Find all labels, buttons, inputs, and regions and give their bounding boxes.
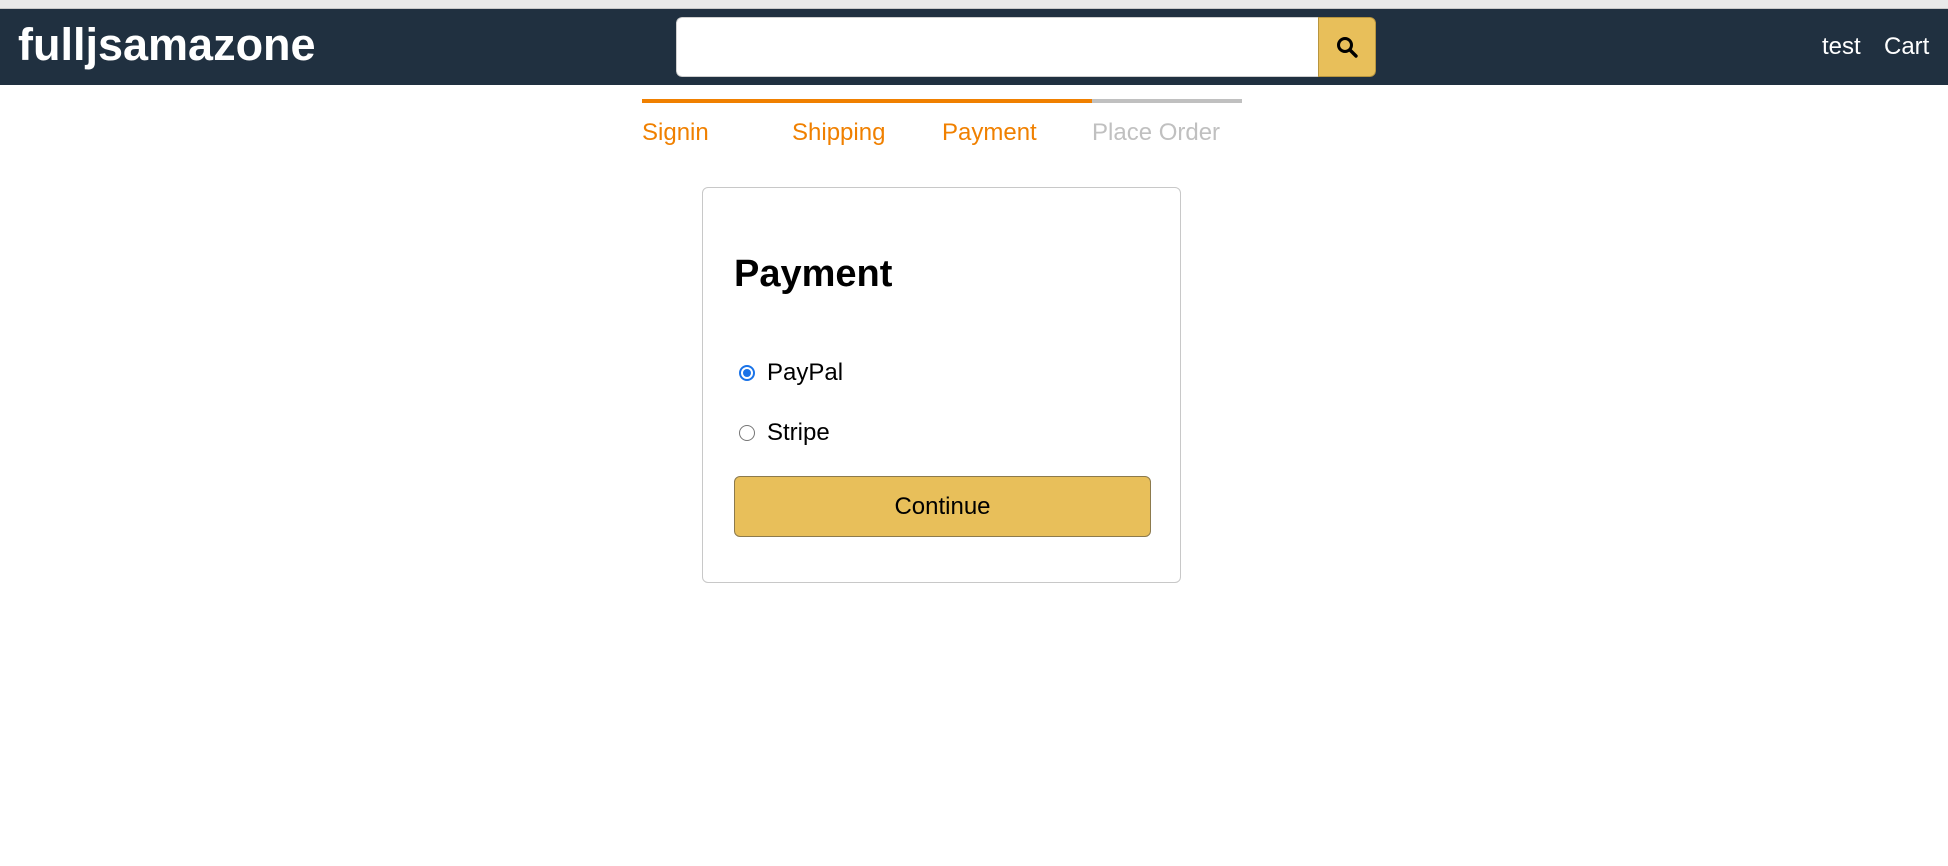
cart-link[interactable]: Cart (1884, 33, 1929, 61)
paypal-label: PayPal (767, 359, 844, 386)
stripe-radio[interactable] (739, 425, 755, 441)
payment-form-card: Payment PayPal Stripe Continue (702, 187, 1181, 583)
search-input[interactable] (676, 17, 1318, 77)
search-form (676, 17, 1376, 77)
paypal-option[interactable]: PayPal (739, 359, 843, 387)
site-header: fulljsamazone test Cart (0, 9, 1948, 85)
continue-button[interactable]: Continue (734, 476, 1151, 537)
user-menu-link[interactable]: test (1822, 33, 1861, 61)
stripe-label: Stripe (767, 419, 830, 446)
search-icon (1337, 37, 1358, 58)
search-button[interactable] (1318, 17, 1376, 77)
step-place-order: Place Order (1092, 99, 1242, 147)
browser-top-strip (0, 0, 1948, 9)
checkout-steps: Signin Shipping Payment Place Order (642, 99, 1242, 147)
step-signin: Signin (642, 99, 792, 147)
form-title: Payment (734, 253, 893, 295)
stripe-option[interactable]: Stripe (739, 419, 830, 447)
step-payment: Payment (942, 99, 1092, 147)
step-shipping: Shipping (792, 99, 942, 147)
paypal-radio[interactable] (739, 365, 755, 381)
brand-logo-link[interactable]: fulljsamazone (18, 19, 316, 71)
